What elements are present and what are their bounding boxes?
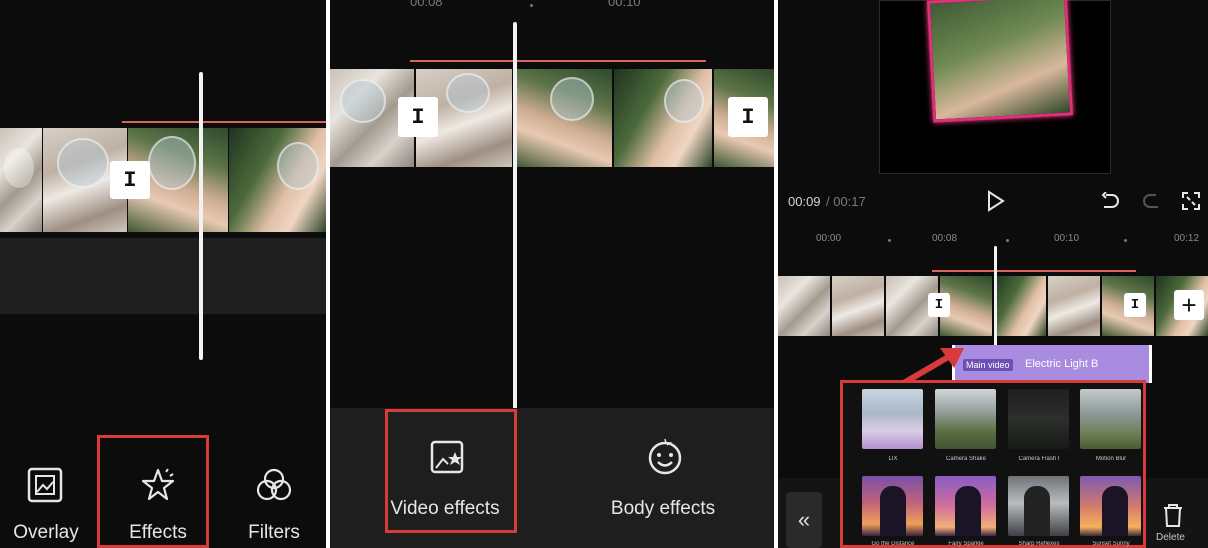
effect-track-indicator [122, 121, 326, 123]
effect-track-indicator [410, 60, 706, 62]
filters-icon [256, 468, 292, 501]
playhead[interactable] [513, 22, 517, 414]
clip-trim-handle[interactable]: I [728, 97, 768, 137]
ruler-timestamp: 00:12 [1174, 233, 1200, 244]
effect-thumbnail [1008, 389, 1069, 449]
clip-trim-handle[interactable]: I [398, 97, 438, 137]
trash-icon[interactable] [1162, 504, 1184, 528]
silhouette [880, 486, 906, 536]
video-frame [614, 69, 712, 167]
clip-trim-handle[interactable]: I [928, 293, 950, 317]
effect-name: LIX [888, 456, 898, 462]
video-frame [229, 128, 326, 232]
video-preview [879, 0, 1111, 174]
filters-label: Filters [248, 522, 300, 543]
effect-name: Camera Flash I [1018, 456, 1060, 462]
effect-thumbnail [935, 476, 996, 536]
ruler-dot [1124, 239, 1127, 242]
effect-clip-name: Electric Light B [1025, 358, 1099, 370]
smile-icon [648, 438, 682, 475]
effect-track-indicator [932, 270, 1136, 272]
effects-picker-panel: 00:09 / 00:17 00:00 00:08 00:10 00:12 I … [778, 0, 1208, 548]
effect-thumbnail [1080, 389, 1141, 449]
overlay-label: Overlay [13, 522, 79, 543]
effect-thumbnail [1080, 476, 1141, 536]
ruler-dot [1006, 239, 1009, 242]
highlight-box [97, 435, 209, 548]
delete-label[interactable]: Delete [1156, 532, 1185, 543]
silhouette [955, 486, 981, 536]
play-icon[interactable] [986, 190, 1006, 212]
video-frame [994, 276, 1046, 336]
total-time: / 00:17 [826, 194, 866, 209]
highlight-box [385, 409, 517, 533]
silhouette [1102, 486, 1128, 536]
effect-name: Sharp Reflexes [1018, 541, 1060, 547]
empty-track [0, 238, 326, 314]
playhead[interactable] [199, 72, 203, 360]
body-effects-button[interactable]: Body effects [588, 430, 738, 530]
overlay-button[interactable]: Overlay [0, 458, 92, 546]
ruler-timestamp: 00:08 [932, 233, 958, 244]
ruler-dot [888, 239, 891, 242]
video-track[interactable] [0, 128, 326, 232]
back-button[interactable]: « [786, 492, 822, 548]
video-frame [1048, 276, 1100, 336]
image-icon [27, 467, 63, 503]
video-frame [0, 128, 42, 232]
add-clip-button[interactable]: + [1174, 290, 1204, 320]
effect-name: Sunset Sunny [1092, 541, 1130, 547]
clip-trim-handle[interactable]: I [110, 161, 150, 199]
effect-clip[interactable]: Main video Electric Light B [952, 345, 1152, 383]
back-label: « [797, 507, 811, 532]
effects-category-panel: 00:08 00:10 I I Video effects Body effec… [330, 0, 774, 548]
body-effects-label: Body effects [610, 498, 716, 519]
fullscreen-icon[interactable] [1182, 192, 1200, 210]
effect-name: Go the Distance [871, 541, 915, 547]
timecode: 00:10 [608, 0, 641, 9]
editor-panel-main-toolbar: I Overlay Effects Filters [0, 0, 326, 548]
clip-trim-handle[interactable]: I [1124, 293, 1146, 317]
redo-icon[interactable] [1142, 192, 1162, 210]
effect-name: Motion Blur [1095, 456, 1127, 462]
effect-thumbnail [862, 476, 923, 536]
preview-frame [926, 0, 1074, 123]
video-frame [832, 276, 884, 336]
effect-name: Camera Shake [945, 456, 987, 462]
effect-name: Fairy Sparkle [948, 541, 984, 547]
effect-clip-badge: Main video [963, 359, 1013, 371]
effect-thumbnail [1008, 476, 1069, 536]
ruler-timestamp: 00:00 [816, 233, 842, 244]
effect-thumbnail [935, 389, 996, 449]
video-frame [778, 276, 830, 336]
ruler-timestamp: 00:10 [1054, 233, 1080, 244]
effect-thumbnail [862, 389, 923, 449]
filters-button[interactable]: Filters [228, 458, 320, 546]
video-track[interactable] [330, 69, 774, 167]
silhouette [1024, 486, 1050, 536]
ruler-dot [530, 4, 533, 7]
undo-icon[interactable] [1100, 192, 1120, 210]
current-time: 00:09 [788, 194, 821, 209]
timecode: 00:08 [410, 0, 443, 9]
video-frame [514, 69, 612, 167]
